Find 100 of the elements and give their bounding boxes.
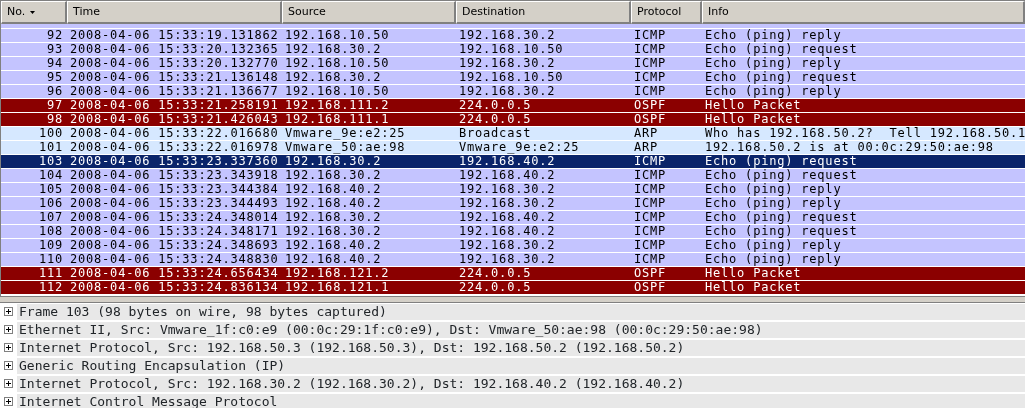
sort-icon — [30, 10, 36, 14]
table-cell-text: 107 — [37, 211, 64, 224]
table-cell-text: 2008-04-06 15:33:20.132770 — [69, 57, 280, 70]
table-cell-text: Hello Packet — [704, 99, 803, 112]
table-cell-text: 192.168.30.2 — [458, 29, 557, 42]
table-cell-text: 192.168.40.2 — [284, 239, 383, 252]
expand-icon[interactable] — [4, 325, 13, 334]
table-cell-text: Echo (ping) request — [704, 225, 859, 238]
table-cell-text: 2008-04-06 15:33:23.344384 — [69, 183, 280, 196]
packet-row[interactable]: 104 2008-04-06 15:33:23.343918 192.168.30.2 192.168.40.2 ICMP Echo (ping) request — [1, 169, 1025, 183]
table-cell-text: 192.168.10.50 — [284, 57, 391, 70]
table-cell-text: 192.168.30.2 — [284, 225, 383, 238]
table-cell-text: Echo (ping) reply — [704, 29, 843, 42]
table-cell-text: ICMP — [633, 225, 668, 238]
packet-row[interactable]: 97 2008-04-06 15:33:21.258191 192.168.111.2 224.0.0.5 OSPF Hello Packet — [1, 99, 1025, 113]
table-cell-text: ICMP — [633, 155, 668, 168]
table-cell-text: Echo (ping) reply — [704, 57, 843, 70]
table-cell-text: Hello Packet — [704, 281, 803, 294]
table-cell-text: OSPF — [633, 113, 668, 126]
table-cell-text: 192.168.40.2 — [458, 225, 557, 238]
table-cell-text: 94 — [45, 57, 64, 70]
table-cell-text: ICMP — [633, 57, 668, 70]
table-cell-text: Echo (ping) reply — [704, 253, 843, 266]
tree-item[interactable]: Internet Control Message Protocol — [17, 393, 1025, 408]
packet-row[interactable]: 101 2008-04-06 15:33:22.016978 Vmware_50:ae:98 Vmware_9e:e2:25 ARP 192.168.50.2 is at 00:0c:29:50:ae:98 — [1, 141, 1025, 155]
table-cell-text: 2008-04-06 15:33:21.136677 — [69, 85, 280, 98]
table-cell-text: 192.168.40.2 — [458, 155, 557, 168]
table-cell-text: Echo (ping) request — [704, 43, 859, 56]
table-cell-text: Echo (ping) reply — [704, 239, 843, 252]
table-cell-text: ICMP — [633, 239, 668, 252]
packet-row[interactable]: 112 2008-04-06 15:33:24.836134 192.168.121.1 224.0.0.5 OSPF Hello Packet — [1, 281, 1025, 295]
table-cell-text: 192.168.30.2 — [458, 197, 557, 210]
table-cell-text: 192.168.30.2 — [458, 239, 557, 252]
packet-row[interactable]: 98 2008-04-06 15:33:21.426043 192.168.111.1 224.0.0.5 OSPF Hello Packet — [1, 113, 1025, 127]
table-cell-text: 224.0.0.5 — [458, 267, 533, 280]
tree-item[interactable]: Generic Routing Encapsulation (IP) — [17, 357, 1025, 374]
table-cell-text: 192.168.30.2 — [458, 57, 557, 70]
table-cell-text: 192.168.30.2 — [284, 71, 383, 84]
expand-icon[interactable] — [4, 397, 13, 406]
packet-row[interactable]: 95 2008-04-06 15:33:21.136148 192.168.30.2 192.168.10.50 ICMP Echo (ping) request — [1, 71, 1025, 85]
expand-icon[interactable] — [4, 343, 13, 352]
table-cell-text: 2008-04-06 15:33:19.131862 — [69, 29, 280, 42]
packet-row[interactable]: 103 2008-04-06 15:33:23.337360 192.168.30.2 192.168.40.2 ICMP Echo (ping) request — [1, 155, 1025, 169]
table-cell-text: 2008-04-06 15:33:24.348693 — [69, 239, 280, 252]
packet-row[interactable]: 92 2008-04-06 15:33:19.131862 192.168.10.50 192.168.30.2 ICMP Echo (ping) reply — [1, 29, 1025, 43]
table-cell-text: 192.168.111.2 — [284, 99, 391, 112]
table-cell-text: 192.168.30.2 — [284, 169, 383, 182]
table-cell-text: ICMP — [633, 29, 668, 42]
table-cell-text: Vmware_9e:e2:25 — [284, 127, 407, 140]
table-cell-text: Echo (ping) request — [704, 71, 859, 84]
table-cell-text: Echo (ping) request — [704, 155, 859, 168]
table-cell-text: 96 — [45, 85, 64, 98]
table-cell-text: Vmware_50:ae:98 — [284, 141, 407, 154]
table-cell-text: 109 — [37, 239, 64, 252]
expand-icon[interactable] — [4, 307, 13, 316]
packet-row[interactable]: 94 2008-04-06 15:33:20.132770 192.168.10.50 192.168.30.2 ICMP Echo (ping) reply — [1, 57, 1025, 71]
table-cell-text: Echo (ping) reply — [704, 197, 843, 210]
packet-row[interactable]: 105 2008-04-06 15:33:23.344384 192.168.40.2 192.168.30.2 ICMP Echo (ping) reply — [1, 183, 1025, 197]
table-cell-text: 2008-04-06 15:33:24.836134 — [69, 281, 280, 294]
table-cell-text: 192.168.30.2 — [458, 183, 557, 196]
tree-item[interactable]: Internet Protocol, Src: 192.168.30.2 (192.168.30.2), Dst: 192.168.40.2 (192.168.40.2) — [17, 375, 1025, 392]
table-cell-text: 192.168.10.50 — [284, 29, 391, 42]
table-cell-text: Echo (ping) reply — [704, 85, 843, 98]
tree-item[interactable]: Frame 103 (98 bytes on wire, 98 bytes captured) — [17, 303, 1025, 320]
table-cell-text: 224.0.0.5 — [458, 99, 533, 112]
tree-item[interactable]: Ethernet II, Src: Vmware_1f:c0:e9 (00:0c:29:1f:c0:e9), Dst: Vmware_50:ae:98 (00:0c:29:50:ae:98) — [17, 321, 1025, 338]
table-cell-text: Broadcast — [458, 127, 533, 140]
packet-row[interactable]: 108 2008-04-06 15:33:24.348171 192.168.30.2 192.168.40.2 ICMP Echo (ping) request — [1, 225, 1025, 239]
table-cell-text: OSPF — [633, 281, 668, 294]
packet-row[interactable]: 111 2008-04-06 15:33:24.656434 192.168.121.2 224.0.0.5 OSPF Hello Packet — [1, 267, 1025, 281]
packet-row[interactable]: 93 2008-04-06 15:33:20.132365 192.168.30.2 192.168.10.50 ICMP Echo (ping) request — [1, 43, 1025, 57]
table-cell-text: Echo (ping) request — [704, 211, 859, 224]
packet-row[interactable]: 107 2008-04-06 15:33:24.348014 192.168.30.2 192.168.40.2 ICMP Echo (ping) request — [1, 211, 1025, 225]
table-cell-text: 192.168.121.2 — [284, 267, 391, 280]
table-cell-text: 224.0.0.5 — [458, 113, 533, 126]
table-cell-text: 112 — [37, 281, 64, 294]
table-cell-text: 2008-04-06 15:33:24.348830 — [69, 253, 280, 266]
table-cell-text: 104 — [37, 169, 64, 182]
table-cell-text: 192.168.40.2 — [284, 183, 383, 196]
table-cell-text: 97 — [45, 99, 64, 112]
table-cell-text: 106 — [37, 197, 64, 210]
table-cell-text: ICMP — [633, 197, 668, 210]
table-cell-text: 224.0.0.5 — [458, 281, 533, 294]
packet-row[interactable]: 106 2008-04-06 15:33:23.344493 192.168.40.2 192.168.30.2 ICMP Echo (ping) reply — [1, 197, 1025, 211]
packet-row[interactable]: 96 2008-04-06 15:33:21.136677 192.168.10.50 192.168.30.2 ICMP Echo (ping) reply — [1, 85, 1025, 99]
packet-row[interactable]: 109 2008-04-06 15:33:24.348693 192.168.40.2 192.168.30.2 ICMP Echo (ping) reply — [1, 239, 1025, 253]
table-cell-text: 192.168.121.1 — [284, 281, 391, 294]
table-cell-text: ICMP — [633, 43, 668, 56]
packet-row[interactable]: 100 2008-04-06 15:33:22.016680 Vmware_9e:e2:25 Broadcast ARP Who has 192.168.50.2? Tell 192.168.50.1 — [1, 127, 1025, 141]
table-cell-text: 93 — [45, 43, 64, 56]
table-cell-text: ARP — [633, 141, 660, 154]
table-cell-text: 192.168.30.2 — [284, 211, 383, 224]
table-cell-text: 192.168.40.2 — [284, 253, 383, 266]
tree-item[interactable]: Internet Protocol, Src: 192.168.50.3 (192.168.50.3), Dst: 192.168.50.2 (192.168.50.2) — [17, 339, 1025, 356]
table-cell-text: 192.168.40.2 — [284, 197, 383, 210]
table-cell-text: ICMP — [633, 253, 668, 266]
expand-icon[interactable] — [4, 361, 13, 370]
expand-icon[interactable] — [4, 379, 13, 388]
table-cell-text: ICMP — [633, 71, 668, 84]
packet-row[interactable]: 110 2008-04-06 15:33:24.348830 192.168.40.2 192.168.30.2 ICMP Echo (ping) reply — [1, 253, 1025, 267]
